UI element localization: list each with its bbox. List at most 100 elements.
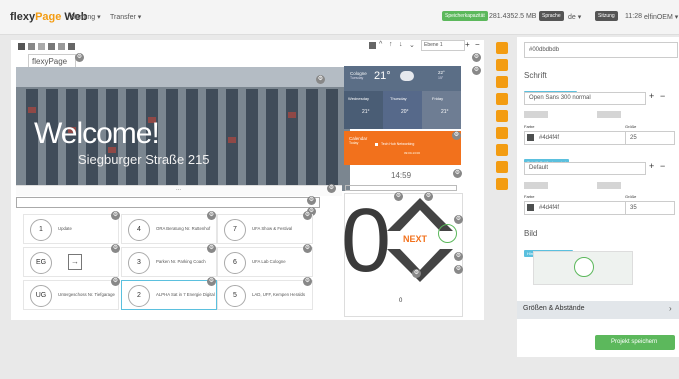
- sidebar-shape-icon[interactable]: [496, 93, 508, 105]
- tile[interactable]: UG Untergeschoss Nr. Tiefgarage: [23, 280, 119, 310]
- tile[interactable]: EG →: [23, 247, 119, 277]
- color-swatch[interactable]: [527, 134, 534, 141]
- settings-icon[interactable]: ⚙: [454, 265, 463, 274]
- settings-icon[interactable]: ⚙: [454, 215, 463, 224]
- plus-icon[interactable]: +: [465, 40, 470, 49]
- image-dropzone[interactable]: [533, 251, 633, 285]
- grid-icon[interactable]: [18, 43, 25, 50]
- settings-icon[interactable]: ⚙: [207, 244, 216, 253]
- settings-icon[interactable]: ⚙: [424, 192, 433, 201]
- chevron-down-icon[interactable]: ⌄: [409, 41, 415, 49]
- welcome-banner[interactable]: Welcome! Siegburger Straße 215: [16, 67, 350, 191]
- farbe-input[interactable]: #4d4f4f: [524, 201, 626, 215]
- user-menu[interactable]: elfinOEM ▾: [644, 13, 678, 21]
- counter-widget[interactable]: 0 NEXT 0: [341, 193, 463, 317]
- section-groessen[interactable]: Größen & Abstände ›: [517, 301, 679, 319]
- arrow-bottom-icon[interactable]: ↓: [399, 41, 403, 48]
- align-buttons[interactable]: [524, 111, 548, 118]
- sidebar-text-icon[interactable]: [496, 42, 508, 54]
- ebene-select[interactable]: Ebene 1: [421, 40, 465, 51]
- align-buttons[interactable]: [524, 182, 548, 189]
- sidebar-counter-icon[interactable]: [496, 178, 508, 190]
- menu-wartung[interactable]: Wartung ▾: [69, 13, 101, 21]
- settings-icon[interactable]: ⚙: [453, 169, 462, 178]
- tile[interactable]: 3 Parken Nr. Parking Coach: [121, 247, 217, 277]
- groesse-input[interactable]: 25: [625, 131, 675, 145]
- settings-icon[interactable]: ⚙: [303, 211, 312, 220]
- settings-icon[interactable]: ⚙: [412, 269, 421, 278]
- tree-icon[interactable]: [68, 43, 75, 50]
- groesse-input[interactable]: 35: [625, 201, 675, 215]
- settings-icon[interactable]: ⚙: [75, 53, 84, 62]
- font-select[interactable]: Open Sans 300 normal: [524, 92, 646, 105]
- session-badge: Sitzung: [595, 11, 618, 21]
- sidebar-clock-icon[interactable]: [496, 161, 508, 173]
- arrow-up-icon[interactable]: ^: [379, 41, 382, 48]
- farbe-label: Farbe: [524, 124, 535, 129]
- size-select[interactable]: Default: [524, 162, 646, 175]
- layer-icon[interactable]: [369, 42, 376, 49]
- settings-icon[interactable]: ⚙: [316, 75, 325, 84]
- settings-icon[interactable]: ⚙: [452, 131, 461, 140]
- save-project-button[interactable]: Projekt speichern: [595, 335, 675, 350]
- sidebar-video-icon[interactable]: [496, 76, 508, 88]
- tile-number: EG: [30, 252, 52, 274]
- settings-icon[interactable]: ⚙: [472, 53, 481, 62]
- plus-icon[interactable]: +: [649, 161, 654, 171]
- style-buttons[interactable]: [597, 111, 621, 118]
- settings-icon[interactable]: ⚙: [207, 277, 216, 286]
- sidebar-link-icon[interactable]: [496, 110, 508, 122]
- tile-selected[interactable]: 2 ALPHA Sat in 7 Energie Digital: [121, 280, 217, 310]
- tile-label: Untergeschoss Nr. Tiefgarage: [58, 292, 115, 297]
- sidebar-draw-icon[interactable]: [496, 127, 508, 139]
- settings-icon[interactable]: ⚙: [207, 211, 216, 220]
- copy-icon[interactable]: [58, 43, 65, 50]
- settings-icon[interactable]: ⚙: [111, 211, 120, 220]
- farbe-input[interactable]: #4d4f4f: [524, 131, 626, 145]
- link-icon[interactable]: [38, 43, 45, 50]
- empty-frame[interactable]: [16, 197, 320, 208]
- plus-icon[interactable]: +: [649, 91, 654, 101]
- tile[interactable]: 6 UFA Lab Cologne: [217, 247, 313, 277]
- minus-icon[interactable]: −: [660, 91, 665, 101]
- weather-widget[interactable]: Cologne Tuesday 21° 22° 15° Wednesday Th…: [344, 66, 461, 129]
- forecast-day: Wednesday: [348, 96, 370, 101]
- color-swatch[interactable]: [527, 204, 534, 211]
- placeholder-strip[interactable]: ...: [16, 185, 342, 196]
- calendar-widget[interactable]: Calendar Today Tech Hub Networking 09:00…: [344, 131, 461, 165]
- section-title: Größen & Abstände: [523, 305, 585, 312]
- settings-icon[interactable]: ⚙: [327, 184, 336, 193]
- settings-icon[interactable]: ⚙: [111, 244, 120, 253]
- settings-icon[interactable]: ⚙: [394, 192, 403, 201]
- welcome-subtitle: Siegburger Straße 215: [78, 152, 210, 167]
- tile[interactable]: 4 ORA Beratung Nr. Ruttenhof: [121, 214, 217, 244]
- tile[interactable]: 1 Update: [23, 214, 119, 244]
- settings-icon[interactable]: ⚙: [454, 252, 463, 261]
- settings-icon[interactable]: ⚙: [303, 277, 312, 286]
- groesse-label: Größe: [625, 194, 637, 199]
- editor-canvas[interactable]: flexyPage ⚙ ^ ↑ ↓ ⌄ Ebene 1 + − ⚙ Welcom…: [11, 40, 484, 320]
- settings-icon[interactable]: ⚙: [111, 277, 120, 286]
- settings-icon[interactable]: ⚙: [472, 66, 481, 75]
- arrow-top-icon[interactable]: ↑: [389, 41, 393, 48]
- sidebar-widget-icon[interactable]: [496, 144, 508, 156]
- minus-icon[interactable]: −: [660, 161, 665, 171]
- menu-transfer[interactable]: Transfer ▾: [110, 13, 141, 21]
- tile-label: Update: [58, 226, 72, 231]
- eye-icon[interactable]: [48, 43, 55, 50]
- tile[interactable]: 7 UFA Show & Festival: [217, 214, 313, 244]
- drag-handle[interactable]: [438, 224, 457, 243]
- color-input[interactable]: #00dbdbdb: [524, 42, 678, 58]
- minus-icon[interactable]: −: [475, 40, 480, 49]
- farbe-label: Farbe: [524, 194, 535, 199]
- settings-icon[interactable]: ⚙: [303, 244, 312, 253]
- settings-icon[interactable]: ⚙: [307, 196, 316, 205]
- tile-number: UG: [30, 285, 52, 307]
- tile-label: ORA Beratung Nr. Ruttenhof: [156, 226, 211, 231]
- language-select[interactable]: de ▾: [568, 13, 581, 21]
- upload-handle[interactable]: [574, 257, 594, 277]
- style-buttons[interactable]: [597, 182, 621, 189]
- align-icon[interactable]: [28, 43, 35, 50]
- sidebar-image-icon[interactable]: [496, 59, 508, 71]
- tile[interactable]: 5 LAD, UFF, Kempen Heralds: [217, 280, 313, 310]
